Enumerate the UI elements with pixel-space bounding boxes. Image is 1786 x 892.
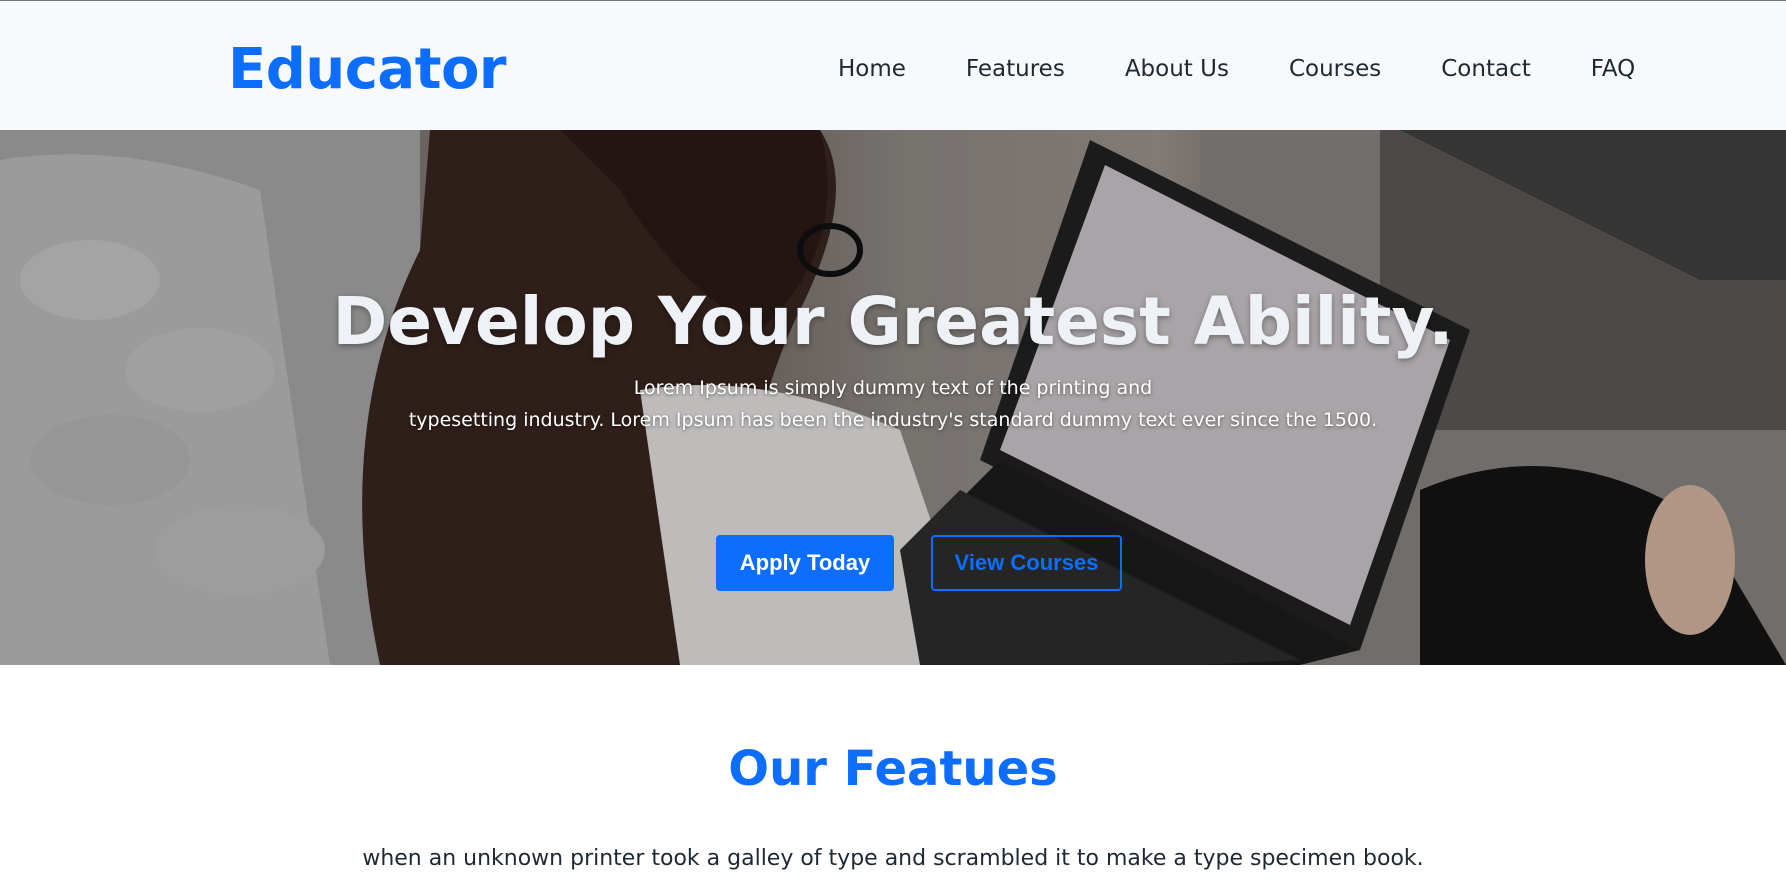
nav-link-home[interactable]: Home — [838, 49, 906, 89]
nav-link-features[interactable]: Features — [966, 49, 1065, 89]
navbar: Educator Home Features About Us Courses … — [0, 0, 1786, 130]
features-title: Our Featues — [728, 741, 1058, 797]
hero-title: Develop Your Greatest Ability. — [332, 283, 1454, 360]
features-text: when an unknown printer took a galley of… — [362, 846, 1424, 871]
brand-logo[interactable]: Educator — [228, 35, 507, 105]
nav-link-courses[interactable]: Courses — [1289, 49, 1381, 89]
nav-link-faq[interactable]: FAQ — [1591, 49, 1636, 89]
nav-links: Home Features About Us Courses Contact F… — [838, 49, 1635, 89]
hero-section: Develop Your Greatest Ability. Lorem Ips… — [0, 130, 1786, 665]
hero-text-line-2: typesetting industry. Lorem Ipsum has be… — [408, 409, 1378, 431]
nav-link-about-us[interactable]: About Us — [1125, 49, 1229, 89]
apply-today-button[interactable]: Apply Today — [716, 535, 894, 591]
hero-text-line-1: Lorem Ipsum is simply dummy text of the … — [633, 377, 1153, 399]
view-courses-button[interactable]: View Courses — [931, 535, 1122, 591]
nav-link-contact[interactable]: Contact — [1441, 49, 1530, 89]
